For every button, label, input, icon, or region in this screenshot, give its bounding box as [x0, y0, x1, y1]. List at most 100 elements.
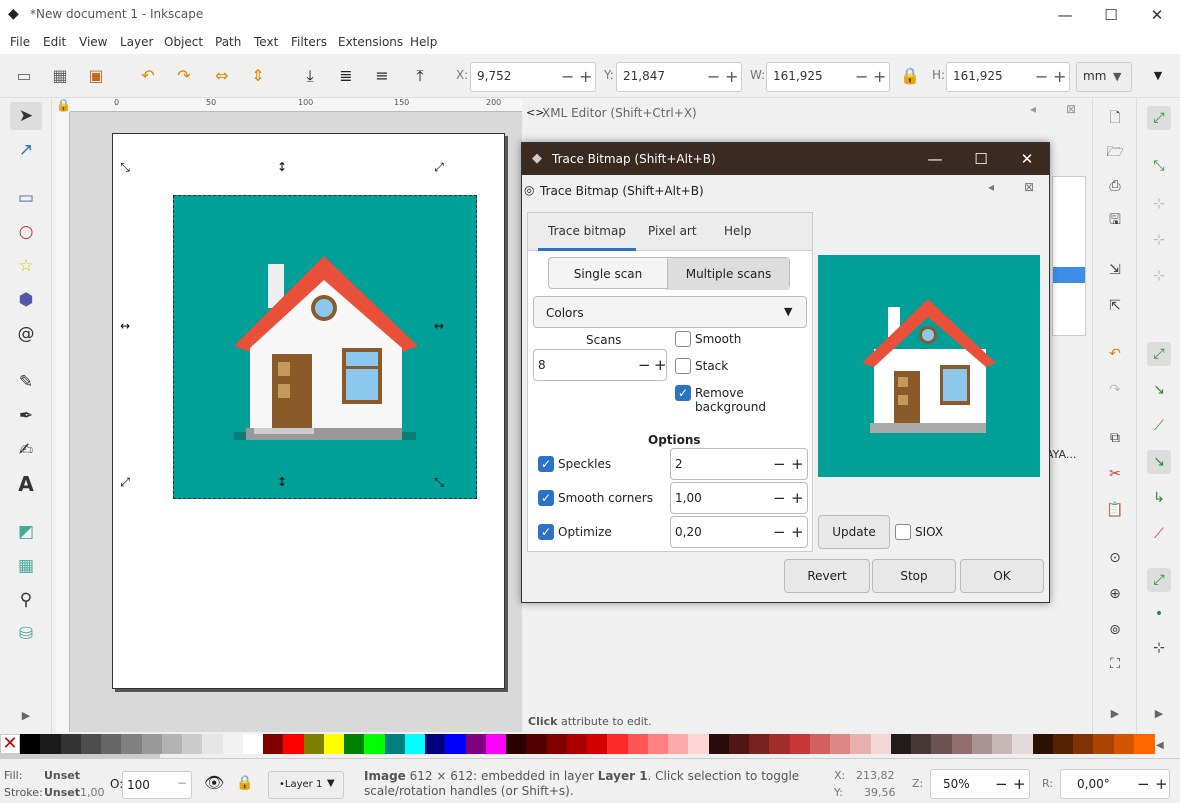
snap-others-icon[interactable]: ⤢ [1147, 568, 1171, 592]
dialog-panel-close-icon[interactable]: ⊠ [1024, 180, 1034, 194]
palette-swatch[interactable] [161, 734, 183, 754]
zoom-drawing-icon[interactable]: ⊕ [1103, 582, 1127, 606]
palette-swatch[interactable] [404, 734, 426, 754]
palette-swatch[interactable] [141, 734, 163, 754]
palette-swatch[interactable] [607, 734, 629, 754]
menu-layer[interactable]: Layer [120, 35, 153, 49]
stroke-width[interactable]: 1,00 [80, 786, 105, 799]
open-icon[interactable]: 🗁 [1103, 140, 1127, 164]
cut-icon[interactable]: ✂ [1103, 462, 1127, 486]
new-document-icon[interactable]: 🗋 [1103, 106, 1127, 130]
snap-bbox-edge-icon[interactable]: ⊹ [1147, 192, 1171, 216]
lock-guides-icon[interactable]: 🔒 [56, 98, 71, 112]
single-scan-button[interactable]: Single scan [549, 258, 667, 290]
toolbox-expand-icon[interactable]: ▶ [10, 702, 42, 730]
dialog-maximize-button[interactable]: ☐ [958, 143, 1004, 175]
optimize-field[interactable]: 0,20 − + [670, 516, 808, 548]
palette-swatch[interactable] [364, 734, 386, 754]
pencil-tool-icon[interactable]: ✎ [10, 368, 42, 396]
mode-dropdown[interactable]: Colors ▼ [533, 296, 807, 328]
snap-cusp-icon[interactable]: ↘ [1147, 450, 1171, 474]
snap-overflow-icon[interactable]: ▶ [1147, 702, 1171, 726]
xml-node-tree[interactable] [1052, 176, 1086, 336]
palette-swatch[interactable] [182, 734, 203, 754]
menu-extensions[interactable]: Extensions [338, 35, 403, 49]
zoom-width-icon[interactable]: ⛶ [1103, 652, 1127, 676]
snap-nodes-icon[interactable]: ⤢ [1147, 342, 1171, 366]
palette-swatch[interactable] [931, 734, 953, 754]
palette-swatch[interactable] [566, 734, 588, 754]
palette-swatch[interactable] [870, 734, 892, 754]
revert-button[interactable]: Revert [784, 559, 870, 593]
palette-swatch[interactable] [485, 734, 507, 754]
import-icon[interactable]: ⇲ [1103, 258, 1127, 282]
menu-view[interactable]: View [79, 35, 107, 49]
palette-swatch[interactable] [668, 734, 689, 754]
node-tool-icon[interactable]: ↗ [10, 136, 42, 164]
paste-icon[interactable]: 📋 [1103, 498, 1127, 522]
palette-swatch[interactable] [708, 734, 730, 754]
y-field[interactable]: 21,847 − + [616, 62, 742, 92]
speckles-checkbox[interactable]: ✓ [538, 456, 554, 472]
menu-text[interactable]: Text [254, 35, 278, 49]
palette-menu-icon[interactable]: ◀ [1156, 740, 1164, 751]
increment-icon[interactable]: + [1155, 775, 1168, 793]
palette-swatch[interactable] [101, 734, 122, 754]
menu-help[interactable]: Help [410, 35, 437, 49]
decrement-icon[interactable]: − [773, 523, 786, 541]
speckles-field[interactable]: 2 − + [670, 448, 808, 480]
palette-swatch[interactable] [1032, 734, 1054, 754]
remove-background-checkbox[interactable]: ✓ [675, 385, 691, 401]
scale-handle-ne[interactable]: ⤢ [433, 161, 445, 173]
no-paint-swatch-icon[interactable]: ✕ [0, 734, 20, 754]
spiral-tool-icon[interactable]: @ [10, 320, 42, 348]
save-icon[interactable]: 🖫 [1103, 208, 1127, 232]
palette-swatch[interactable] [728, 734, 750, 754]
decrement-icon[interactable]: − [638, 356, 651, 374]
palette-swatch[interactable] [850, 734, 872, 754]
smooth-checkbox[interactable] [675, 331, 691, 347]
palette-swatch[interactable] [384, 734, 406, 754]
redo-icon[interactable]: ↷ [1103, 378, 1127, 402]
calligraphy-tool-icon[interactable]: ✍ [10, 436, 42, 464]
increment-icon[interactable]: + [791, 523, 804, 541]
increment-icon[interactable]: + [1013, 775, 1026, 793]
palette-swatch[interactable] [323, 734, 345, 754]
ok-button[interactable]: OK [960, 559, 1044, 593]
dialog-close-button[interactable]: ✕ [1004, 143, 1050, 175]
bitmap-image[interactable] [173, 195, 477, 499]
commands-overflow-icon[interactable]: ▶ [1103, 702, 1127, 726]
xml-selected-node[interactable] [1053, 267, 1085, 283]
fill-value[interactable]: Unset [44, 769, 80, 782]
text-tool-icon[interactable]: A [10, 470, 42, 498]
palette-swatch[interactable] [1052, 734, 1074, 754]
palette-swatch[interactable] [222, 734, 244, 754]
palette-swatch[interactable] [587, 734, 608, 754]
snap-toggle-icon[interactable]: ⤢ [1147, 106, 1171, 130]
palette-swatch[interactable] [992, 734, 1013, 754]
scans-field[interactable]: 8 − + [533, 349, 667, 381]
palette-swatch[interactable] [890, 734, 912, 754]
opacity-field[interactable]: 100 − [122, 771, 192, 799]
tab-pixel-art[interactable]: Pixel art [638, 213, 707, 251]
palette-swatch[interactable] [283, 734, 305, 754]
stack-checkbox[interactable] [675, 358, 691, 374]
multiple-scans-button[interactable]: Multiple scans [667, 258, 789, 290]
palette-swatch[interactable] [1113, 734, 1135, 754]
palette-swatch[interactable] [40, 734, 62, 754]
copy-icon[interactable]: ⧉ [1103, 426, 1127, 450]
snap-smooth-icon[interactable]: ↳ [1147, 486, 1171, 510]
palette-swatch[interactable] [688, 734, 710, 754]
stop-button[interactable]: Stop [872, 559, 956, 593]
raise-icon[interactable]: ≡ [370, 64, 394, 88]
flip-vertical-icon[interactable]: ⇕ [246, 64, 270, 88]
select-all-icon[interactable]: ▭ [12, 64, 36, 88]
snap-center-icon[interactable]: • [1147, 602, 1171, 626]
lock-layer-icon[interactable]: 🔒 [236, 775, 253, 791]
snap-intersection-icon[interactable]: ⟋ [1147, 414, 1171, 438]
palette-swatch[interactable] [1012, 734, 1034, 754]
palette-swatch[interactable] [263, 734, 284, 754]
stroke-value[interactable]: Unset [44, 786, 80, 799]
lower-to-bottom-icon[interactable]: ⤓ [298, 64, 322, 88]
raise-to-top-icon[interactable]: ⤒ [408, 64, 432, 88]
